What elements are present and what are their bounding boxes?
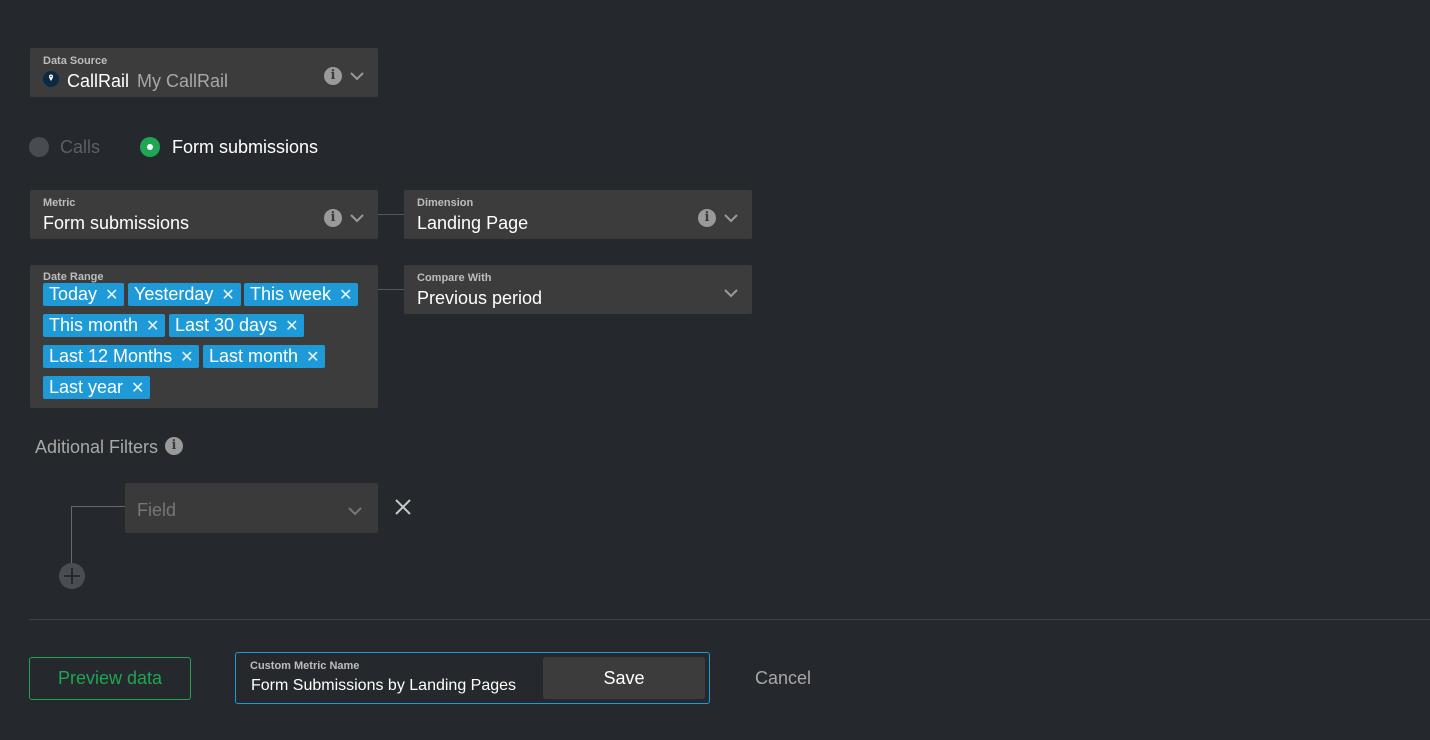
- close-icon[interactable]: ✕: [285, 316, 298, 336]
- date-range-label: Date Range: [43, 271, 104, 283]
- date-compare-connector: [378, 289, 404, 290]
- date-tag-label: Today: [49, 284, 98, 304]
- close-icon[interactable]: ✕: [306, 347, 319, 367]
- radio-calls-label[interactable]: Calls: [60, 137, 100, 158]
- close-icon[interactable]: ✕: [339, 285, 352, 305]
- radio-form-submissions[interactable]: [140, 137, 160, 157]
- chevron-down-icon[interactable]: [349, 212, 365, 224]
- info-icon[interactable]: i: [324, 209, 342, 227]
- close-icon[interactable]: ✕: [221, 285, 234, 305]
- custom-metric-name-field[interactable]: Custom Metric Name Form Submissions by L…: [235, 652, 710, 704]
- date-tag-label: Last year: [49, 377, 124, 397]
- data-source-account: My CallRail: [137, 71, 229, 91]
- metric-select[interactable]: Metric Form submissions i: [30, 190, 378, 239]
- date-tag[interactable]: Yesterday ✕: [128, 283, 241, 306]
- filter-field-select[interactable]: Field: [125, 483, 378, 533]
- date-tag-label: This month: [49, 315, 139, 335]
- plus-icon[interactable]: [59, 563, 85, 589]
- cancel-button[interactable]: Cancel: [755, 668, 811, 689]
- date-tag[interactable]: This month ✕: [43, 314, 166, 337]
- metric-dimension-connector: [378, 214, 404, 215]
- date-tag-label: Last 12 Months: [49, 346, 173, 366]
- close-icon[interactable]: [394, 498, 412, 516]
- date-tag[interactable]: This week ✕: [244, 283, 359, 306]
- date-tag[interactable]: Last month ✕: [203, 345, 326, 368]
- close-icon[interactable]: ✕: [131, 378, 144, 398]
- date-range-select[interactable]: Date Range Today ✕ Yesterday ✕ This week ✕ …: [30, 265, 378, 408]
- info-icon[interactable]: i: [324, 67, 342, 85]
- dimension-label: Dimension: [417, 197, 474, 209]
- compare-with-label: Compare With: [417, 272, 492, 284]
- filter-field-placeholder: Field: [137, 500, 177, 520]
- footer-divider: [29, 619, 1430, 620]
- date-tag[interactable]: Last year ✕: [43, 376, 151, 399]
- date-tag[interactable]: Today ✕: [43, 283, 125, 306]
- close-icon[interactable]: ✕: [180, 347, 193, 367]
- info-icon[interactable]: i: [698, 209, 716, 227]
- date-tag[interactable]: Last 12 Months ✕: [43, 345, 200, 368]
- custom-metric-name-input[interactable]: Form Submissions by Landing Pages: [251, 677, 516, 695]
- chevron-down-icon[interactable]: [723, 212, 739, 224]
- preview-data-button[interactable]: Preview data: [29, 657, 191, 700]
- info-icon[interactable]: i: [165, 437, 183, 455]
- compare-with-select[interactable]: Compare With Previous period: [404, 265, 752, 314]
- callrail-logo-icon: [43, 71, 59, 87]
- metric-value: Form submissions: [43, 213, 190, 233]
- custom-metric-name-label: Custom Metric Name: [250, 660, 360, 672]
- chevron-down-icon[interactable]: [347, 505, 363, 517]
- date-tag-label: Last month: [209, 346, 299, 366]
- date-tag-label: This week: [250, 284, 332, 304]
- compare-with-value: Previous period: [417, 288, 543, 308]
- date-tag-label: Yesterday: [134, 284, 214, 304]
- data-source-name: CallRail: [67, 71, 130, 91]
- data-source-select[interactable]: Data Source CallRail My CallRail i: [30, 48, 378, 97]
- close-icon[interactable]: ✕: [146, 316, 159, 336]
- radio-calls[interactable]: [29, 137, 49, 157]
- filter-tree-line: [71, 506, 125, 566]
- dimension-value: Landing Page: [417, 213, 529, 233]
- save-button[interactable]: Save: [543, 657, 705, 699]
- dimension-select[interactable]: Dimension Landing Page i: [404, 190, 752, 239]
- close-icon[interactable]: ✕: [105, 285, 118, 305]
- chevron-down-icon[interactable]: [349, 70, 365, 82]
- metric-label: Metric: [43, 197, 76, 209]
- data-source-label: Data Source: [43, 55, 108, 67]
- date-tag-label: Last 30 days: [175, 315, 278, 335]
- chevron-down-icon[interactable]: [723, 287, 739, 299]
- date-tag[interactable]: Last 30 days ✕: [169, 314, 305, 337]
- radio-form-submissions-label[interactable]: Form submissions: [172, 137, 318, 158]
- additional-filters-title: Aditional Filters: [35, 437, 159, 457]
